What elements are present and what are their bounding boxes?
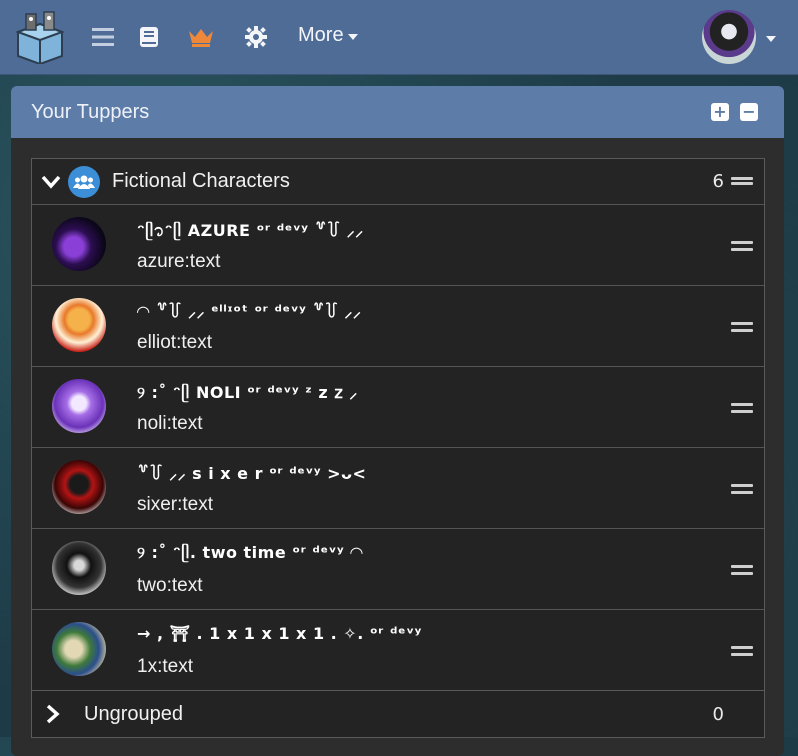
tupper-brackets: elliot:text xyxy=(137,332,212,353)
tupper-row[interactable]: ୨ :˚ ᵔᥫ NOLI ᵒʳ ᵈᵉᵛʸ ᶻ z 𝗓 ⸝ noli:text xyxy=(32,367,764,448)
group-name: Fictional Characters xyxy=(112,170,290,192)
drag-handle-icon[interactable] xyxy=(731,322,753,332)
group-count: 6 xyxy=(712,171,724,192)
panel-header: Your Tuppers + − xyxy=(11,86,784,138)
tupper-brackets: two:text xyxy=(137,575,203,596)
tupper-brackets: 1x:text xyxy=(137,656,193,677)
tupper-brackets: noli:text xyxy=(137,413,203,434)
tupper-row[interactable]: ᵔᥫ᭡ᵔᥫ AZURE ᵒʳ ᵈᵉᵛʸ ꒷꒦ ⸝⸝ azure:text xyxy=(32,205,764,286)
tupper-brackets: azure:text xyxy=(137,251,221,272)
tupper-avatar[interactable] xyxy=(52,460,106,514)
group-header[interactable]: Fictional Characters 6 xyxy=(32,159,764,205)
chevron-down-icon xyxy=(347,33,358,40)
expand-all-button[interactable]: + xyxy=(711,103,729,121)
tupper-name: ◠ ꒷꒦ ⸝⸝ ᵉˡˡᶦᵒᵗ ᵒʳ ᵈᵉᵛʸ ꒷꒦ ⸝⸝ xyxy=(137,302,362,321)
more-label: More xyxy=(298,24,344,46)
more-dropdown[interactable]: More xyxy=(298,24,358,47)
tupper-name: → , ⛩ . 1 x 1 x 1 x 1 . ✧. ᵒʳ ᵈᵉᵛʸ xyxy=(137,624,422,643)
chevron-down-icon[interactable] xyxy=(40,171,62,193)
group-ungrouped[interactable]: Ungrouped 0 xyxy=(31,690,765,738)
drag-handle-icon[interactable] xyxy=(731,241,753,251)
users-icon xyxy=(68,165,100,198)
tupper-row[interactable]: ꒷꒦ ⸝⸝ s i x e r ᵒʳ ᵈᵉᵛʸ >ᴗ< sixer:text xyxy=(32,448,764,529)
tupper-name: ꒷꒦ ⸝⸝ s i x e r ᵒʳ ᵈᵉᵛʸ >ᴗ< xyxy=(137,464,367,483)
tupper-name: ୨ :˚ ᵔᥫ. two time ᵒʳ ᵈᵉᵛʸ ◠ xyxy=(137,543,364,562)
user-avatar[interactable] xyxy=(702,10,756,64)
tupper-name: ୨ :˚ ᵔᥫ NOLI ᵒʳ ᵈᵉᵛʸ ᶻ z 𝗓 ⸝ xyxy=(137,383,358,402)
drag-handle-icon[interactable] xyxy=(731,484,753,494)
tupper-row[interactable]: ◠ ꒷꒦ ⸝⸝ ᵉˡˡᶦᵒᵗ ᵒʳ ᵈᵉᵛʸ ꒷꒦ ⸝⸝ elliot:text xyxy=(32,286,764,367)
drag-handle-icon[interactable] xyxy=(731,565,753,575)
tupperbox-logo[interactable] xyxy=(14,10,66,66)
chevron-right-icon[interactable] xyxy=(42,703,64,725)
navbar: More xyxy=(0,0,798,75)
menu-icon[interactable] xyxy=(90,24,116,50)
group-fictional-characters: Fictional Characters 6 ᵔᥫ᭡ᵔᥫ AZURE ᵒʳ ᵈᵉ… xyxy=(31,158,765,691)
group-name: Ungrouped xyxy=(84,702,183,725)
tupper-avatar[interactable] xyxy=(52,622,106,676)
tupper-avatar[interactable] xyxy=(52,379,106,433)
tupper-avatar[interactable] xyxy=(52,298,106,352)
book-icon[interactable] xyxy=(136,24,162,50)
tupper-avatar[interactable] xyxy=(52,541,106,595)
tupper-name: ᵔᥫ᭡ᵔᥫ AZURE ᵒʳ ᵈᵉᵛʸ ꒷꒦ ⸝⸝ xyxy=(137,221,364,240)
drag-handle-icon[interactable] xyxy=(731,646,753,656)
tupper-row[interactable]: → , ⛩ . 1 x 1 x 1 x 1 . ✧. ᵒʳ ᵈᵉᵛʸ 1x:te… xyxy=(32,610,764,690)
group-count: 0 xyxy=(712,704,724,725)
drag-handle-icon[interactable] xyxy=(731,403,753,413)
tuppers-panel: Your Tuppers + − Fictional Characters 6 … xyxy=(11,86,784,756)
crown-icon[interactable] xyxy=(188,24,214,50)
collapse-all-button[interactable]: − xyxy=(740,103,758,121)
tupper-avatar[interactable] xyxy=(52,217,106,271)
tupper-row[interactable]: ୨ :˚ ᵔᥫ. two time ᵒʳ ᵈᵉᵛʸ ◠ two:text xyxy=(32,529,764,610)
panel-title: Your Tuppers xyxy=(31,100,150,123)
drag-handle-icon[interactable] xyxy=(731,177,753,185)
tupper-brackets: sixer:text xyxy=(137,494,214,515)
gear-icon[interactable] xyxy=(243,24,269,50)
avatar-chevron-down-icon[interactable] xyxy=(766,36,776,42)
